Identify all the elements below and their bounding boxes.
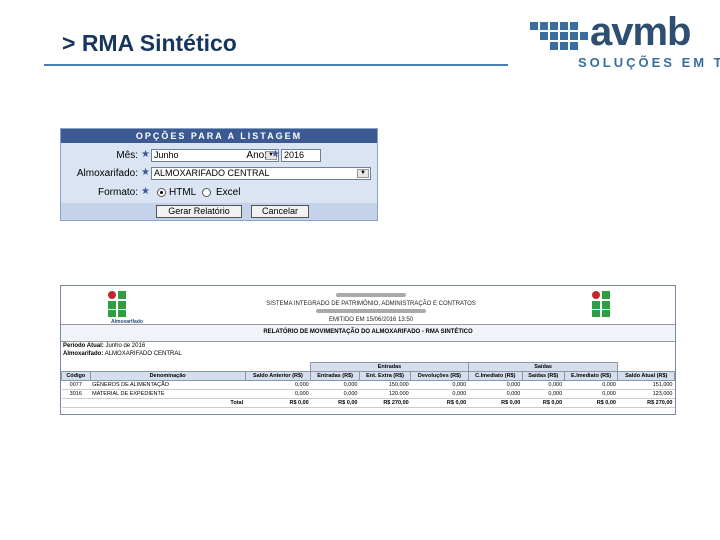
required-icon: ★ (141, 186, 150, 197)
total-spacer (61, 398, 91, 408)
formato-label: Formato: (97, 187, 138, 198)
cell-value: 120.000 (359, 389, 411, 399)
report-periodo: Período Atual: Junho de 2016 (63, 343, 145, 349)
row-formato: Formato: ★ HTML Excel (61, 184, 377, 204)
gerar-relatorio-button[interactable]: Gerar Relatório (156, 205, 242, 218)
report-emission-date: EMITIDO EM 15/06/2016 13:50 (328, 317, 414, 323)
total-value: R$ 0,00 (310, 398, 360, 408)
total-value: R$ 0,00 (410, 398, 469, 408)
table-total-row: Total R$ 0,00 R$ 0,00 R$ 270,00 R$ 0,00 … (61, 398, 675, 408)
blurred-line (336, 293, 406, 297)
report-preview: Almoxarifado SISTEMA INTEGRADO DE PATRIM… (60, 285, 676, 415)
cell-value: 150.000 (359, 380, 411, 390)
almox-value: ALMOXARIFADO CENTRAL (104, 351, 182, 357)
report-system-name: SISTEMA INTEGRADO DE PATRIMÔNIO, ADMINIS… (266, 301, 476, 307)
col-saldo-atual: Saldo Atual (R$) (617, 371, 675, 381)
total-value: R$ 0,00 (468, 398, 523, 408)
cell-denominacao: MATERIAL DE EXPEDIENTE (90, 389, 246, 399)
cell-value: 0,000 (468, 389, 523, 399)
almox-select-value: ALMOXARIFADO CENTRAL (154, 168, 270, 178)
chevron-down-icon[interactable]: ▼ (357, 169, 369, 178)
institution-logo-right-icon (592, 291, 610, 317)
group-saidas: Saídas (467, 362, 619, 372)
cell-codigo: 3016 (61, 389, 91, 399)
total-value: R$ 270,00 (617, 398, 675, 408)
col-denominacao: Denominação (89, 371, 246, 381)
almox-select[interactable]: ALMOXARIFADO CENTRAL ▼ (151, 167, 371, 180)
cell-value: 0,000 (310, 389, 360, 399)
slide-title: > RMA Sintético (62, 30, 237, 56)
ano-input-value: 2016 (284, 150, 305, 160)
col-devolucoes: Devoluções (R$) (410, 371, 469, 381)
almox-label: Almoxarifado: (76, 168, 138, 179)
cell-value: 0,000 (410, 389, 469, 399)
avmb-logo: avmb SOLUÇÕES EM TI (528, 10, 720, 74)
almox-label: Almoxarifado: (63, 351, 104, 357)
table-row: 0077 GÊNEROS DE ALIMENTAÇÃO 0,000 0,000 … (61, 380, 675, 390)
mes-select-value: Junho (154, 150, 179, 160)
total-value: R$ 270,00 (359, 398, 411, 408)
periodo-value: Junho de 2016 (105, 343, 146, 349)
row-mes-ano: Mês: ★ Junho ▼ Ano: ★ 2016 (61, 147, 377, 167)
col-saldo-anterior: Saldo Anterior (R$) (244, 371, 312, 381)
periodo-label: Período Atual: (63, 343, 104, 349)
table-row: 3016 MATERIAL DE EXPEDIENTE 0,000 0,000 … (61, 389, 675, 399)
cell-value: 0,000 (564, 389, 618, 399)
cell-value: 0,000 (245, 380, 311, 390)
report-title: RELATÓRIO DE MOVIMENTAÇÃO DO ALMOXARIFAD… (61, 324, 675, 342)
cell-value: 123,000 (617, 389, 675, 399)
form-header: OPÇÕES PARA A LISTAGEM (61, 129, 377, 143)
cell-codigo: 0077 (61, 380, 91, 390)
header-spacer (617, 362, 675, 372)
col-e-imediato: E.Imediato (R$) (563, 371, 619, 381)
row-almox: Almoxarifado: ★ ALMOXARIFADO CENTRAL ▼ (61, 165, 377, 185)
logo-squares-icon (530, 22, 588, 50)
table-group-row: Entradas Saídas (61, 362, 675, 372)
total-value: R$ 0,00 (564, 398, 618, 408)
radio-excel[interactable] (202, 188, 211, 197)
cell-value: 0,000 (245, 389, 311, 399)
header-spacer (61, 362, 311, 372)
rma-table: Entradas Saídas Código Denominação Saldo… (61, 362, 675, 408)
blurred-line (316, 309, 426, 313)
col-ent-extra: Ent. Extra (R$) (358, 371, 412, 381)
group-entradas: Entradas (310, 362, 469, 372)
report-header: SISTEMA INTEGRADO DE PATRIMÔNIO, ADMINIS… (221, 292, 521, 324)
cell-value: 0,000 (522, 380, 565, 390)
total-value: R$ 0,00 (245, 398, 311, 408)
cell-value: 0,000 (310, 380, 360, 390)
col-saidas: Saídas (R$) (521, 371, 565, 381)
ano-input[interactable]: 2016 (281, 149, 321, 162)
required-icon: ★ (141, 149, 150, 160)
total-value: R$ 0,00 (522, 398, 565, 408)
mes-label: Mês: (116, 150, 138, 161)
col-c-imediato: C.Imediato (R$) (467, 371, 523, 381)
title-underline (44, 64, 508, 66)
required-icon: ★ (141, 167, 150, 178)
required-icon: ★ (271, 149, 280, 160)
radio-html-label: HTML (169, 187, 197, 198)
options-form: OPÇÕES PARA A LISTAGEM Mês: ★ Junho ▼ An… (60, 128, 378, 221)
cell-value: 0,000 (468, 380, 523, 390)
cancelar-button[interactable]: Cancelar (251, 205, 309, 218)
col-codigo: Código (61, 371, 91, 381)
radio-html[interactable] (157, 188, 166, 197)
cell-value: 0,000 (522, 389, 565, 399)
radio-excel-label: Excel (216, 187, 241, 198)
cell-denominacao: GÊNEROS DE ALIMENTAÇÃO (90, 380, 246, 390)
form-footer: Gerar Relatório Cancelar (61, 203, 377, 220)
total-label: Total (90, 398, 246, 408)
ano-label: Ano: (246, 150, 267, 161)
col-entradas: Entradas (R$) (310, 371, 360, 381)
cell-value: 0,000 (410, 380, 469, 390)
logo-subtitle: SOLUÇÕES EM TI (578, 55, 720, 70)
cell-value: 0,000 (564, 380, 618, 390)
table-header-row: Código Denominação Saldo Anterior (R$) E… (61, 371, 675, 381)
institution-logo-icon (108, 291, 126, 317)
cell-value: 151,000 (617, 380, 675, 390)
logo-word: avmb (590, 10, 691, 54)
report-almox: Almoxarifado: ALMOXARIFADO CENTRAL (63, 351, 182, 357)
